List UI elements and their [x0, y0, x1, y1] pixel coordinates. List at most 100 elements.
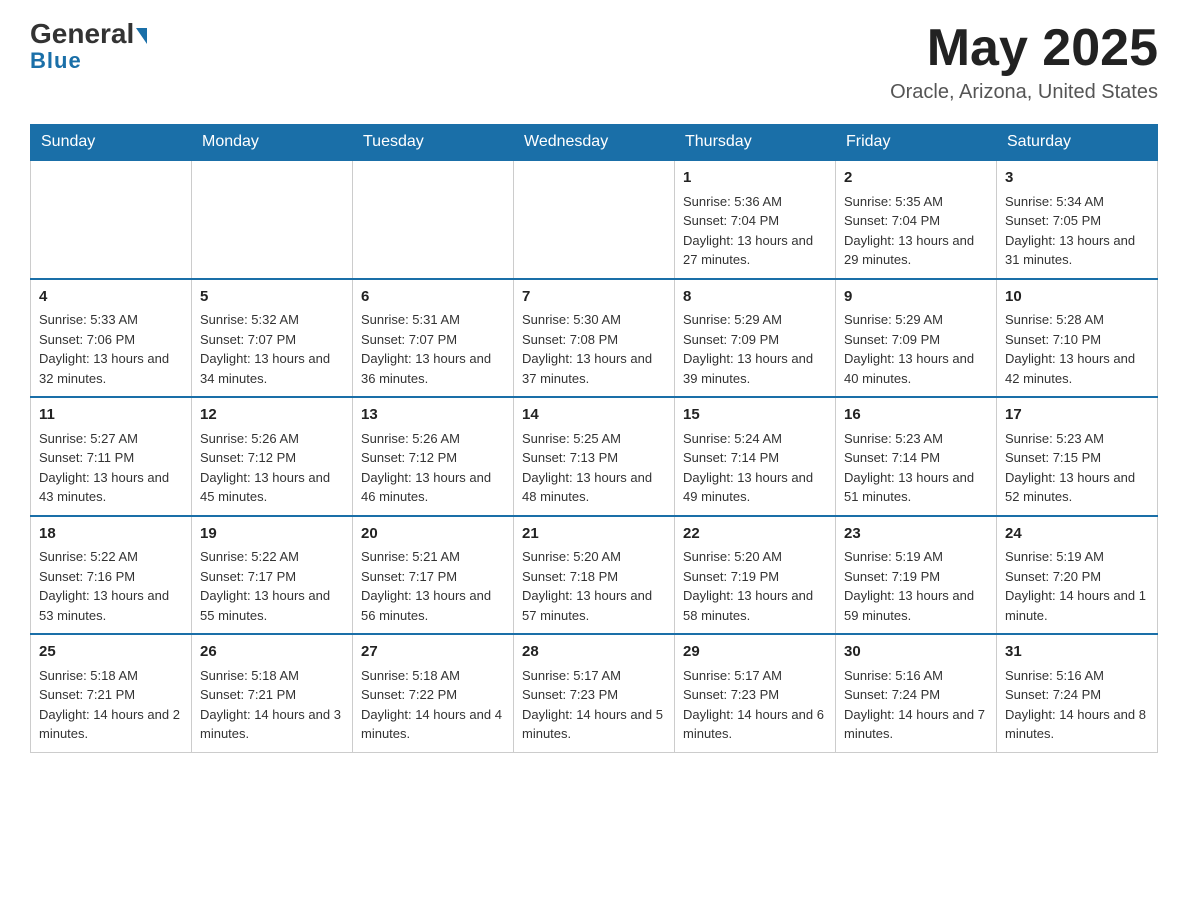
- calendar-cell: 4Sunrise: 5:33 AMSunset: 7:06 PMDaylight…: [31, 279, 192, 398]
- day-info: Sunrise: 5:20 AMSunset: 7:19 PMDaylight:…: [683, 547, 827, 625]
- day-number: 10: [1005, 286, 1149, 309]
- page-header: General Blue May 2025 Oracle, Arizona, U…: [30, 20, 1158, 104]
- calendar-cell: 2Sunrise: 5:35 AMSunset: 7:04 PMDaylight…: [836, 160, 997, 279]
- calendar-cell: 20Sunrise: 5:21 AMSunset: 7:17 PMDayligh…: [353, 516, 514, 635]
- calendar-cell: 6Sunrise: 5:31 AMSunset: 7:07 PMDaylight…: [353, 279, 514, 398]
- calendar-cell: 21Sunrise: 5:20 AMSunset: 7:18 PMDayligh…: [514, 516, 675, 635]
- calendar-cell: [353, 160, 514, 279]
- day-number: 23: [844, 523, 988, 546]
- day-info: Sunrise: 5:20 AMSunset: 7:18 PMDaylight:…: [522, 547, 666, 625]
- calendar-cell: 26Sunrise: 5:18 AMSunset: 7:21 PMDayligh…: [192, 634, 353, 752]
- calendar-cell: 13Sunrise: 5:26 AMSunset: 7:12 PMDayligh…: [353, 397, 514, 516]
- day-number: 1: [683, 167, 827, 190]
- day-info: Sunrise: 5:16 AMSunset: 7:24 PMDaylight:…: [844, 666, 988, 744]
- day-number: 21: [522, 523, 666, 546]
- day-number: 28: [522, 641, 666, 664]
- calendar-cell: [192, 160, 353, 279]
- day-info: Sunrise: 5:29 AMSunset: 7:09 PMDaylight:…: [844, 310, 988, 388]
- day-info: Sunrise: 5:24 AMSunset: 7:14 PMDaylight:…: [683, 429, 827, 507]
- day-info: Sunrise: 5:25 AMSunset: 7:13 PMDaylight:…: [522, 429, 666, 507]
- col-header-sunday: Sunday: [31, 125, 192, 161]
- calendar-cell: 31Sunrise: 5:16 AMSunset: 7:24 PMDayligh…: [997, 634, 1158, 752]
- day-info: Sunrise: 5:18 AMSunset: 7:21 PMDaylight:…: [200, 666, 344, 744]
- day-info: Sunrise: 5:28 AMSunset: 7:10 PMDaylight:…: [1005, 310, 1149, 388]
- day-info: Sunrise: 5:27 AMSunset: 7:11 PMDaylight:…: [39, 429, 183, 507]
- day-number: 5: [200, 286, 344, 309]
- day-number: 11: [39, 404, 183, 427]
- calendar-cell: 22Sunrise: 5:20 AMSunset: 7:19 PMDayligh…: [675, 516, 836, 635]
- day-number: 9: [844, 286, 988, 309]
- day-info: Sunrise: 5:19 AMSunset: 7:19 PMDaylight:…: [844, 547, 988, 625]
- calendar-cell: 19Sunrise: 5:22 AMSunset: 7:17 PMDayligh…: [192, 516, 353, 635]
- day-info: Sunrise: 5:16 AMSunset: 7:24 PMDaylight:…: [1005, 666, 1149, 744]
- day-info: Sunrise: 5:32 AMSunset: 7:07 PMDaylight:…: [200, 310, 344, 388]
- week-row-2: 4Sunrise: 5:33 AMSunset: 7:06 PMDaylight…: [31, 279, 1158, 398]
- day-number: 24: [1005, 523, 1149, 546]
- col-header-monday: Monday: [192, 125, 353, 161]
- day-number: 19: [200, 523, 344, 546]
- calendar-cell: 25Sunrise: 5:18 AMSunset: 7:21 PMDayligh…: [31, 634, 192, 752]
- calendar-cell: 16Sunrise: 5:23 AMSunset: 7:14 PMDayligh…: [836, 397, 997, 516]
- col-header-saturday: Saturday: [997, 125, 1158, 161]
- calendar-cell: 11Sunrise: 5:27 AMSunset: 7:11 PMDayligh…: [31, 397, 192, 516]
- week-row-4: 18Sunrise: 5:22 AMSunset: 7:16 PMDayligh…: [31, 516, 1158, 635]
- day-number: 18: [39, 523, 183, 546]
- day-info: Sunrise: 5:22 AMSunset: 7:16 PMDaylight:…: [39, 547, 183, 625]
- day-number: 26: [200, 641, 344, 664]
- calendar-cell: 24Sunrise: 5:19 AMSunset: 7:20 PMDayligh…: [997, 516, 1158, 635]
- week-row-1: 1Sunrise: 5:36 AMSunset: 7:04 PMDaylight…: [31, 160, 1158, 279]
- calendar-cell: 18Sunrise: 5:22 AMSunset: 7:16 PMDayligh…: [31, 516, 192, 635]
- logo: General Blue: [30, 20, 147, 74]
- calendar-cell: 27Sunrise: 5:18 AMSunset: 7:22 PMDayligh…: [353, 634, 514, 752]
- col-header-thursday: Thursday: [675, 125, 836, 161]
- day-info: Sunrise: 5:36 AMSunset: 7:04 PMDaylight:…: [683, 192, 827, 270]
- calendar-cell: [31, 160, 192, 279]
- calendar-cell: 9Sunrise: 5:29 AMSunset: 7:09 PMDaylight…: [836, 279, 997, 398]
- day-info: Sunrise: 5:29 AMSunset: 7:09 PMDaylight:…: [683, 310, 827, 388]
- day-number: 12: [200, 404, 344, 427]
- calendar-cell: 3Sunrise: 5:34 AMSunset: 7:05 PMDaylight…: [997, 160, 1158, 279]
- day-info: Sunrise: 5:23 AMSunset: 7:15 PMDaylight:…: [1005, 429, 1149, 507]
- calendar-cell: 7Sunrise: 5:30 AMSunset: 7:08 PMDaylight…: [514, 279, 675, 398]
- day-number: 13: [361, 404, 505, 427]
- day-number: 31: [1005, 641, 1149, 664]
- month-title: May 2025: [890, 20, 1158, 77]
- col-header-tuesday: Tuesday: [353, 125, 514, 161]
- calendar-cell: 17Sunrise: 5:23 AMSunset: 7:15 PMDayligh…: [997, 397, 1158, 516]
- day-info: Sunrise: 5:22 AMSunset: 7:17 PMDaylight:…: [200, 547, 344, 625]
- col-header-friday: Friday: [836, 125, 997, 161]
- calendar-cell: 14Sunrise: 5:25 AMSunset: 7:13 PMDayligh…: [514, 397, 675, 516]
- day-info: Sunrise: 5:17 AMSunset: 7:23 PMDaylight:…: [683, 666, 827, 744]
- day-info: Sunrise: 5:26 AMSunset: 7:12 PMDaylight:…: [200, 429, 344, 507]
- calendar-cell: 28Sunrise: 5:17 AMSunset: 7:23 PMDayligh…: [514, 634, 675, 752]
- calendar-cell: 8Sunrise: 5:29 AMSunset: 7:09 PMDaylight…: [675, 279, 836, 398]
- week-row-3: 11Sunrise: 5:27 AMSunset: 7:11 PMDayligh…: [31, 397, 1158, 516]
- calendar-cell: 15Sunrise: 5:24 AMSunset: 7:14 PMDayligh…: [675, 397, 836, 516]
- day-info: Sunrise: 5:34 AMSunset: 7:05 PMDaylight:…: [1005, 192, 1149, 270]
- calendar-cell: [514, 160, 675, 279]
- day-info: Sunrise: 5:18 AMSunset: 7:22 PMDaylight:…: [361, 666, 505, 744]
- title-block: May 2025 Oracle, Arizona, United States: [890, 20, 1158, 104]
- calendar-cell: 30Sunrise: 5:16 AMSunset: 7:24 PMDayligh…: [836, 634, 997, 752]
- day-info: Sunrise: 5:30 AMSunset: 7:08 PMDaylight:…: [522, 310, 666, 388]
- day-number: 27: [361, 641, 505, 664]
- day-info: Sunrise: 5:31 AMSunset: 7:07 PMDaylight:…: [361, 310, 505, 388]
- day-number: 22: [683, 523, 827, 546]
- day-number: 4: [39, 286, 183, 309]
- logo-blue-text: Blue: [30, 48, 82, 74]
- day-number: 2: [844, 167, 988, 190]
- day-number: 25: [39, 641, 183, 664]
- day-info: Sunrise: 5:18 AMSunset: 7:21 PMDaylight:…: [39, 666, 183, 744]
- day-info: Sunrise: 5:35 AMSunset: 7:04 PMDaylight:…: [844, 192, 988, 270]
- calendar-cell: 5Sunrise: 5:32 AMSunset: 7:07 PMDaylight…: [192, 279, 353, 398]
- location-title: Oracle, Arizona, United States: [890, 81, 1158, 104]
- day-number: 6: [361, 286, 505, 309]
- day-info: Sunrise: 5:21 AMSunset: 7:17 PMDaylight:…: [361, 547, 505, 625]
- day-info: Sunrise: 5:23 AMSunset: 7:14 PMDaylight:…: [844, 429, 988, 507]
- day-number: 20: [361, 523, 505, 546]
- day-number: 15: [683, 404, 827, 427]
- day-number: 8: [683, 286, 827, 309]
- day-number: 30: [844, 641, 988, 664]
- calendar-cell: 10Sunrise: 5:28 AMSunset: 7:10 PMDayligh…: [997, 279, 1158, 398]
- day-number: 17: [1005, 404, 1149, 427]
